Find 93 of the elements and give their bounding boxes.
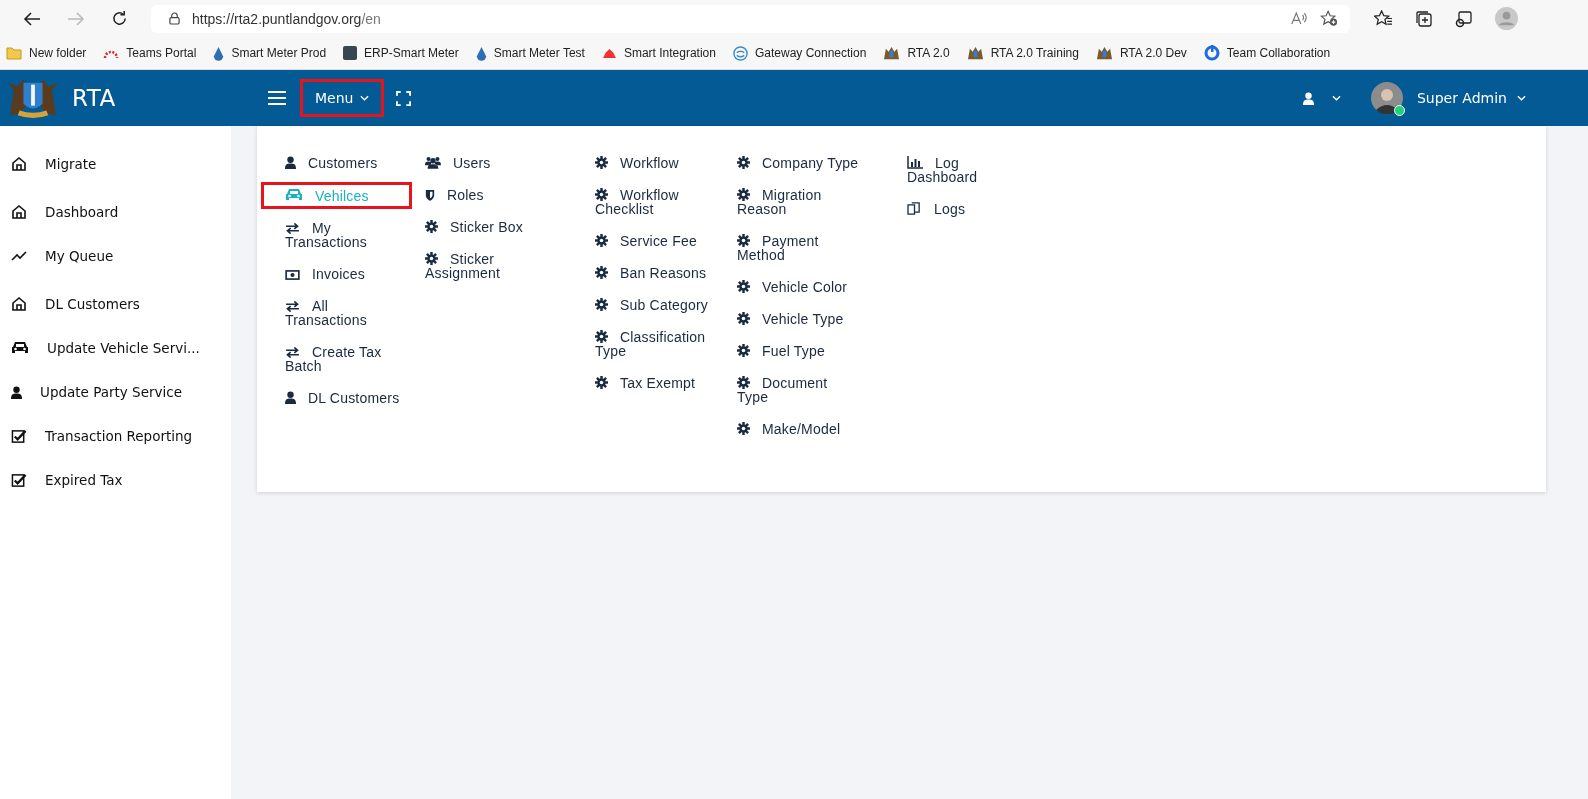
bar-chart-icon: [907, 156, 923, 169]
gear-icon: [595, 156, 608, 169]
sidebar-item[interactable]: Update Vehicle Servi...: [0, 336, 231, 360]
bookmark[interactable]: Smart Meter Test: [475, 45, 585, 61]
menu-item[interactable]: All Transactions: [261, 296, 412, 330]
user-icon: [1302, 91, 1314, 105]
gear-icon: [737, 344, 750, 357]
lock-icon: [169, 12, 180, 25]
brand-name: RTA: [72, 85, 116, 111]
gear-icon: [737, 280, 750, 293]
sidebar-item[interactable]: My Queue: [0, 244, 231, 268]
home-icon: [11, 156, 27, 172]
bookmark[interactable]: RTA 2.0 Dev: [1095, 45, 1187, 61]
gear-icon: [595, 188, 608, 201]
refresh-icon[interactable]: [111, 10, 128, 27]
drop-icon: [213, 45, 225, 61]
menu-item[interactable]: Make/Model: [713, 419, 864, 439]
gear-icon: [595, 298, 608, 311]
sidebar-item[interactable]: DL Customers: [0, 292, 231, 316]
menu-item[interactable]: Log Dashboard: [883, 153, 1034, 187]
banknote-icon: [285, 270, 300, 280]
chevron-down-icon: [360, 95, 370, 101]
gear-icon: [737, 234, 750, 247]
swap-arrows-icon: [285, 347, 300, 358]
back-icon[interactable]: [23, 10, 41, 27]
fullscreen-icon[interactable]: [396, 90, 412, 106]
sidebar-item[interactable]: Update Party Service: [0, 380, 231, 404]
ring-icon: [1203, 45, 1220, 61]
gear-icon: [425, 252, 438, 265]
gear-icon: [737, 312, 750, 325]
menu-item[interactable]: Logs: [883, 199, 1034, 219]
address-bar[interactable]: https://rta2.puntlandgov.org/en: [151, 4, 1350, 33]
user-dropdown[interactable]: [1302, 91, 1341, 105]
bookmark[interactable]: RTA 2.0 Training: [966, 45, 1079, 61]
letter-e-icon: [343, 46, 358, 60]
bookmark[interactable]: Teams Portal: [103, 46, 197, 60]
drop-icon: [475, 45, 487, 61]
bookmark[interactable]: RTA 2.0: [883, 45, 950, 61]
gear-icon: [595, 330, 608, 343]
chevron-down-icon: [1517, 95, 1526, 101]
avatar-icon[interactable]: [1370, 82, 1403, 114]
favorites-icon[interactable]: [1374, 10, 1393, 27]
sidebar-item[interactable]: Migrate: [0, 152, 231, 176]
bookmark[interactable]: Smart Meter Prod: [213, 45, 327, 61]
bookmark[interactable]: New folder: [6, 46, 87, 60]
car-icon: [285, 188, 303, 202]
menu-dropdown-button[interactable]: Menu: [300, 79, 385, 117]
bookmark[interactable]: Gateway Connection: [732, 45, 867, 61]
home-icon: [11, 204, 27, 220]
url-text: https://rta2.puntlandgov.org/en: [192, 10, 381, 27]
bookmark[interactable]: Smart Integration: [601, 46, 716, 60]
gear-icon: [737, 422, 750, 435]
add-favorite-icon[interactable]: [1320, 10, 1338, 27]
crest-icon: [966, 45, 984, 61]
gear-icon: [737, 156, 750, 169]
trend-icon: [11, 251, 27, 261]
gear-icon: [425, 220, 438, 233]
home-icon: [11, 296, 27, 312]
bookmark[interactable]: Team Collaboration: [1203, 45, 1331, 61]
gear-icon: [737, 376, 750, 389]
bookmark[interactable]: ERP-Smart Meter: [343, 46, 459, 60]
swap-arrows-icon: [285, 301, 300, 312]
chevron-down-icon: [1331, 95, 1341, 101]
folder-icon: [6, 46, 22, 60]
checkbox-icon: [11, 472, 27, 488]
checkbox-icon: [11, 428, 27, 444]
collections-icon[interactable]: [1415, 9, 1433, 28]
sidebar-item[interactable]: Dashboard: [0, 200, 231, 224]
copy-icon: [907, 202, 922, 215]
user-icon: [285, 156, 296, 169]
ie-mode-icon[interactable]: [1455, 9, 1473, 28]
crest-icon: [1095, 45, 1113, 61]
read-aloud-icon[interactable]: [1290, 11, 1308, 26]
swirl-icon: [732, 45, 748, 61]
user-icon: [285, 391, 296, 404]
menu-item[interactable]: DL Customers: [261, 388, 412, 408]
swap-arrows-icon: [285, 223, 300, 234]
sidebar-item[interactable]: Expired Tax: [0, 468, 231, 492]
shield-icon: [425, 189, 435, 201]
profile-icon[interactable]: [1495, 7, 1518, 30]
user-icon: [11, 385, 22, 399]
crest-icon: [883, 45, 901, 61]
user-menu-button[interactable]: Super Admin: [1410, 89, 1532, 107]
users-icon: [425, 156, 441, 169]
menu-icon[interactable]: [268, 91, 286, 105]
flower-icon: [601, 47, 617, 59]
gear-icon: [595, 376, 608, 389]
gear-icon: [595, 234, 608, 247]
menu-item[interactable]: Create Tax Batch: [261, 342, 412, 376]
sidebar-item[interactable]: Transaction Reporting: [0, 424, 231, 448]
gear-icon: [595, 266, 608, 279]
gear-icon: [737, 188, 750, 201]
car-icon: [11, 341, 29, 355]
